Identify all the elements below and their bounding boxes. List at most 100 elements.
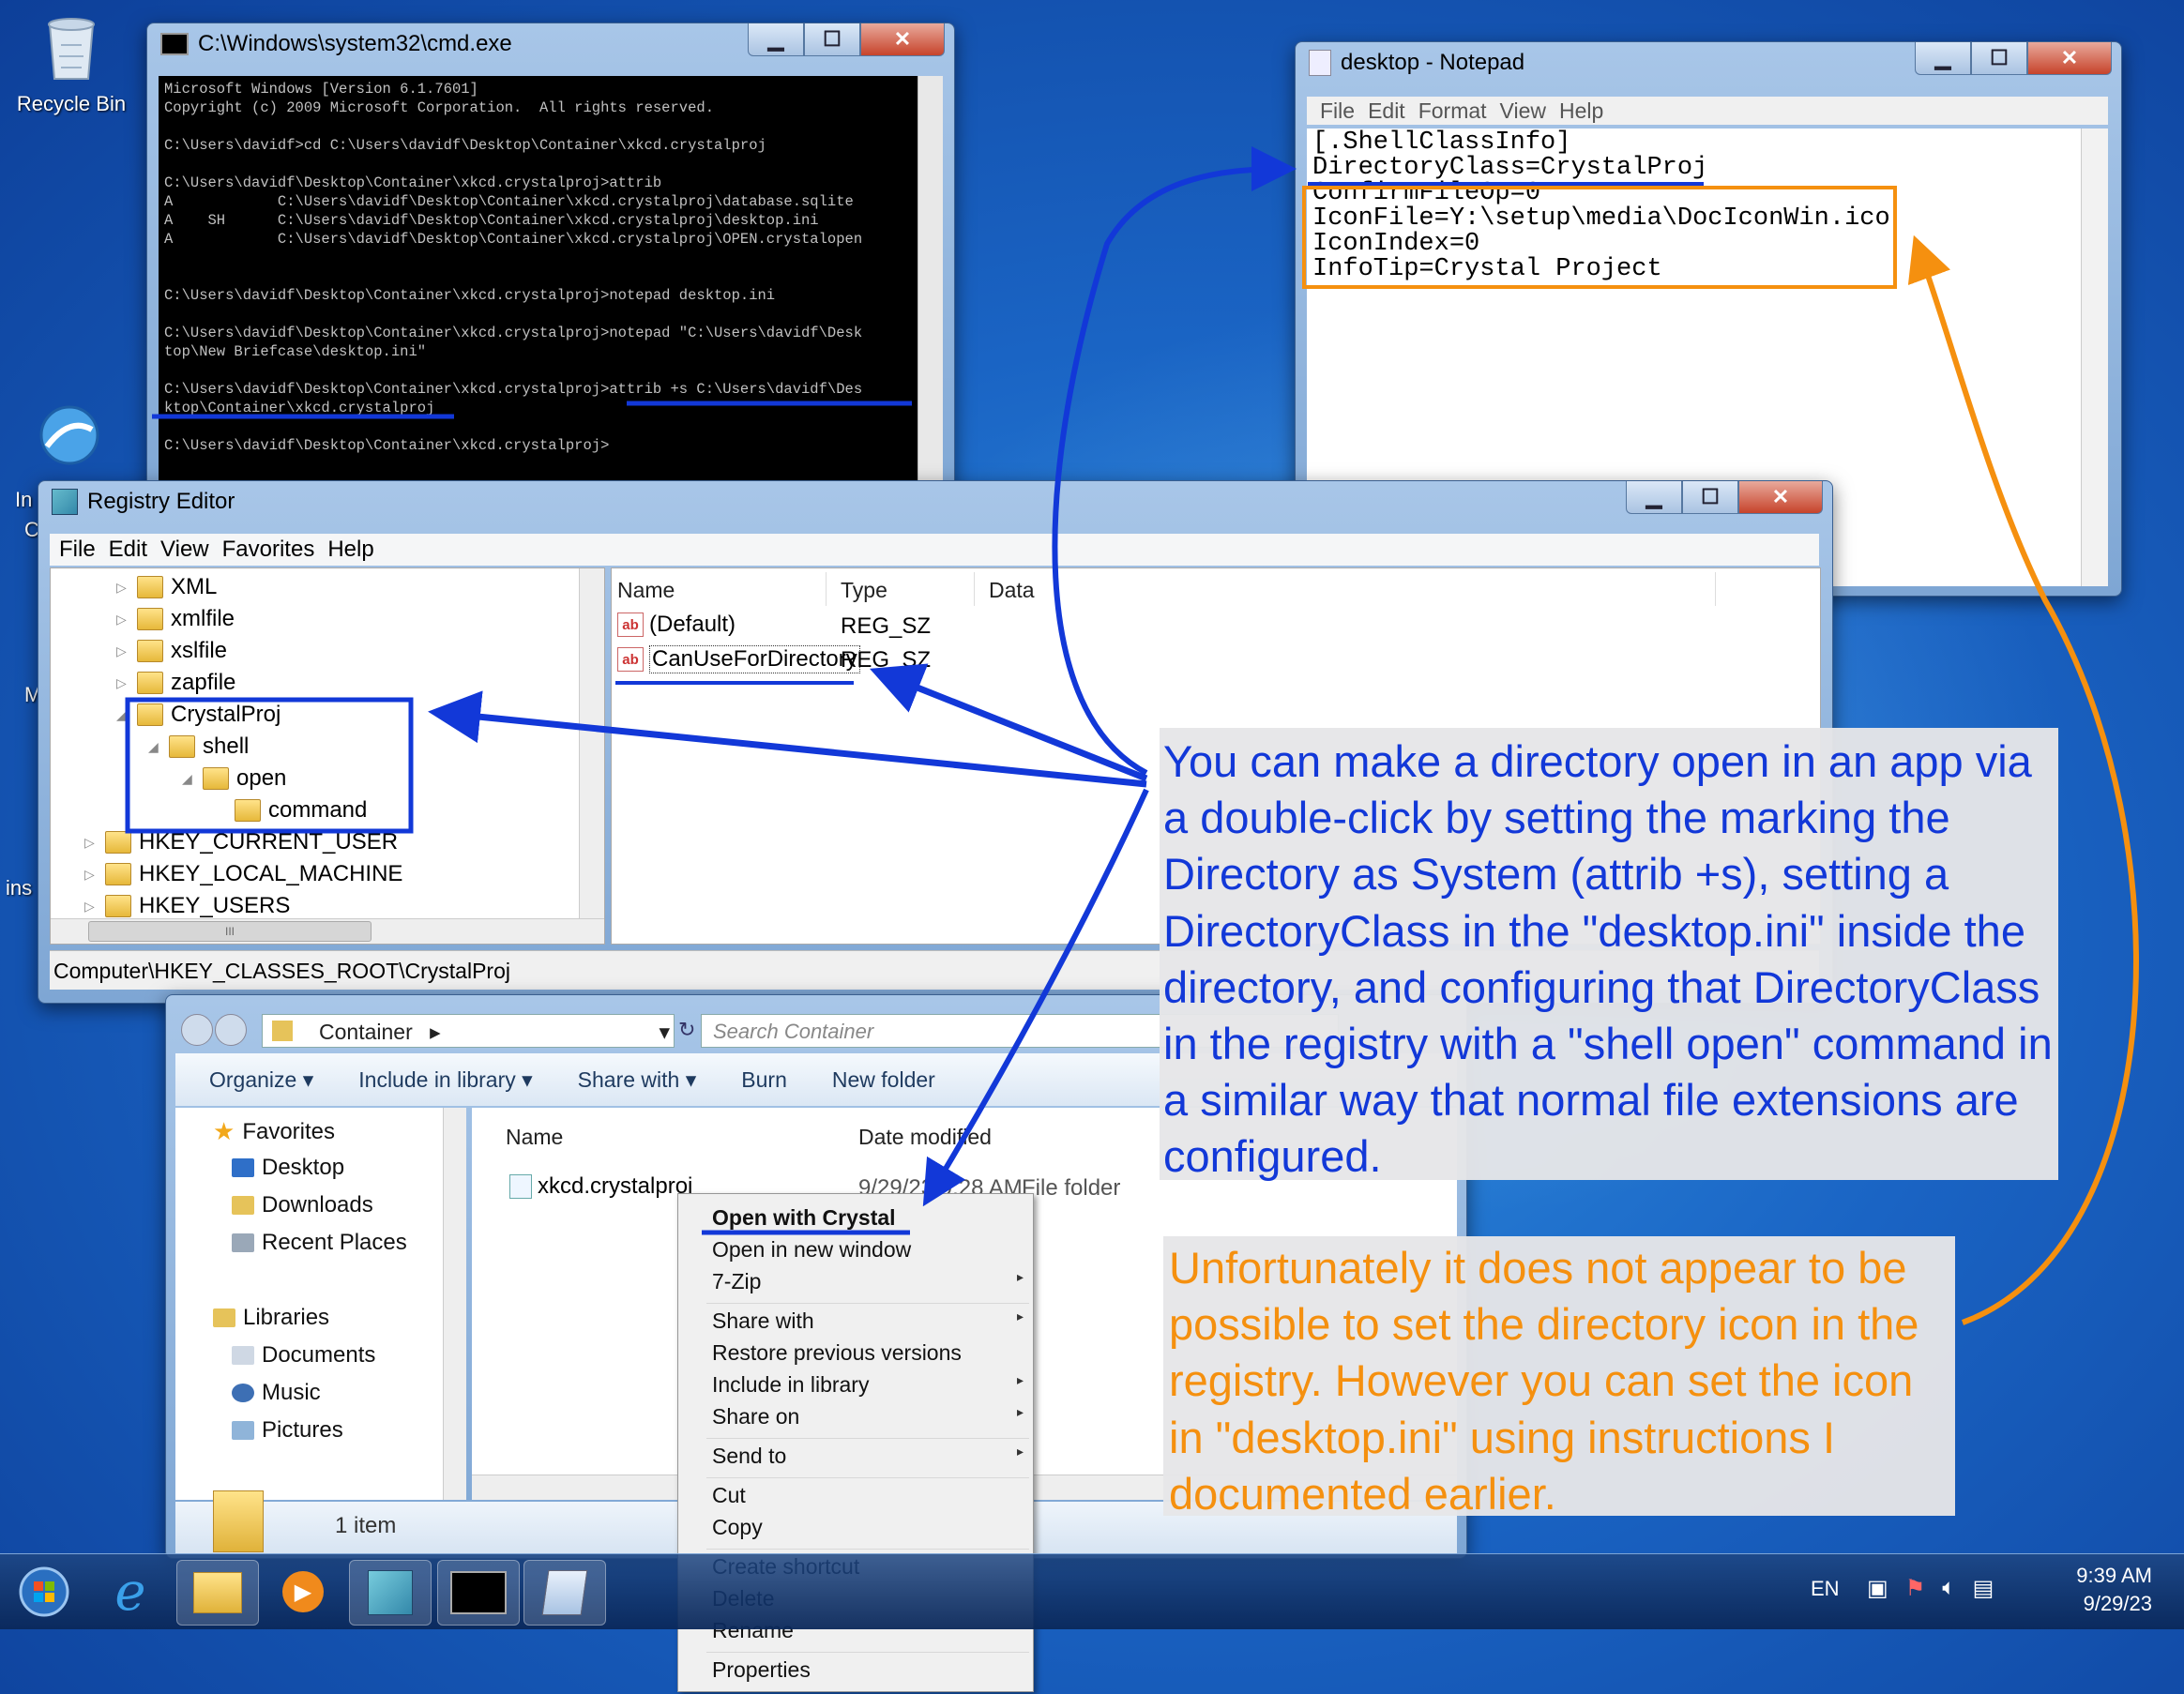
column-header-date-modified[interactable]: Date modified	[858, 1125, 992, 1150]
column-divider[interactable]	[826, 572, 827, 606]
notepad-title-bar[interactable]: desktop - Notepad	[1309, 50, 1524, 76]
context-menu-item[interactable]: Copy	[712, 1515, 1033, 1540]
tree-item-xmlfile[interactable]: ▷ xmlfile	[116, 606, 235, 632]
nav-libraries[interactable]: Libraries	[213, 1305, 329, 1331]
cmd-scrollbar[interactable]	[918, 76, 943, 517]
context-menu-item[interactable]: Send to ▸	[712, 1444, 1033, 1469]
tree-item-shell[interactable]: ◢ shell	[148, 734, 249, 760]
expand-icon[interactable]: ▷	[84, 867, 98, 883]
volume-icon[interactable]: 🔈︎	[1942, 1575, 1955, 1602]
navpane-scrollbar[interactable]	[443, 1108, 466, 1500]
tree-horizontal-scrollbar[interactable]: III	[51, 918, 604, 944]
nav-downloads[interactable]: Downloads	[232, 1192, 373, 1218]
minimize-button[interactable]: ▁	[748, 23, 804, 56]
network-icon[interactable]: ▤	[1973, 1575, 1994, 1602]
tree-vertical-scrollbar[interactable]	[579, 568, 604, 919]
context-menu-item[interactable]: Cut	[712, 1483, 1033, 1508]
include-in-library-button[interactable]: Include in library ▾	[358, 1067, 532, 1093]
context-menu-item[interactable]: Include in library ▸	[712, 1372, 1033, 1398]
tree-item-hkey-users[interactable]: ▷ HKEY_USERS	[84, 893, 290, 919]
menu-help[interactable]: Help	[327, 537, 373, 563]
start-button[interactable]	[4, 1560, 84, 1624]
tree-item-crystalproj[interactable]: ◢ CrystalProj	[116, 702, 281, 728]
menu-favorites[interactable]: Favorites	[222, 537, 315, 563]
menu-help[interactable]: Help	[1559, 98, 1603, 124]
expand-icon[interactable]: ▷	[116, 643, 129, 659]
scroll-thumb[interactable]: III	[88, 921, 372, 942]
tree-item-xslfile[interactable]: ▷ xslfile	[116, 638, 227, 664]
taskbar-explorer[interactable]	[176, 1560, 259, 1626]
desktop-icon-internet[interactable]: In	[4, 398, 99, 511]
expand-icon[interactable]: ▷	[116, 612, 129, 628]
tree-item-open[interactable]: ◢ open	[182, 765, 286, 792]
desktop-icon-recycle-bin[interactable]: Recycle Bin	[6, 8, 137, 116]
taskbar-notepad[interactable]	[523, 1560, 606, 1626]
file-row[interactable]: xkcd.crystalproj	[509, 1173, 692, 1200]
clock[interactable]: 9:39 AM 9/29/23	[2076, 1562, 2152, 1618]
column-header-name[interactable]: Name	[617, 578, 675, 603]
refresh-icon[interactable]: ↻	[678, 1018, 695, 1042]
flag-icon[interactable]: ⚑	[1905, 1575, 1926, 1602]
taskbar-internet-explorer[interactable]: e	[90, 1560, 171, 1624]
maximize-button[interactable]: ☐	[1682, 481, 1738, 514]
nav-favorites[interactable]: ★ Favorites	[213, 1117, 335, 1146]
menu-view[interactable]: View	[160, 537, 209, 563]
context-menu-item[interactable]: Open in new window	[712, 1237, 1033, 1263]
taskbar-registry-editor[interactable]	[349, 1560, 432, 1626]
expand-icon[interactable]: ▷	[116, 675, 129, 691]
close-button[interactable]: ✕	[860, 23, 945, 56]
chevron-right-icon[interactable]: ▸	[430, 1020, 441, 1044]
tree-item-command[interactable]: command	[235, 797, 367, 824]
nav-documents[interactable]: Documents	[232, 1342, 375, 1369]
context-menu-item[interactable]: Share with ▸	[712, 1308, 1033, 1334]
column-header-type[interactable]: Type	[841, 578, 887, 603]
dropdown-icon[interactable]: ▾	[659, 1015, 670, 1049]
expand-icon[interactable]: ▷	[84, 899, 98, 915]
column-divider[interactable]	[974, 572, 975, 606]
menu-format[interactable]: Format	[1418, 98, 1487, 124]
address-bar[interactable]: Container ▸ ▾	[262, 1014, 675, 1048]
organize-button[interactable]: Organize ▾	[209, 1067, 313, 1093]
cmd-title-bar[interactable]: C:\Windows\system32\cmd.exe	[160, 31, 512, 57]
tree-item-hkey-current-user[interactable]: ▷ HKEY_CURRENT_USER	[84, 829, 398, 855]
forward-button-icon[interactable]	[215, 1014, 247, 1046]
minimize-button[interactable]: ▁	[1626, 481, 1682, 514]
breadcrumb[interactable]: Container	[319, 1020, 413, 1044]
collapse-icon[interactable]: ◢	[116, 707, 129, 723]
navigation-pane[interactable]: ★ Favorites Desktop Downloads Recent Plac…	[175, 1108, 466, 1500]
minimize-button[interactable]: ▁	[1915, 42, 1971, 75]
close-button[interactable]: ✕	[2027, 42, 2112, 75]
cmd-window[interactable]: C:\Windows\system32\cmd.exe ▁ ☐ ✕ Micros…	[146, 23, 955, 517]
menu-view[interactable]: View	[1500, 98, 1546, 124]
value-row-default[interactable]: ab (Default)	[617, 612, 736, 638]
expand-icon[interactable]: ▷	[116, 580, 129, 596]
taskbar-media-player[interactable]: ▶	[263, 1560, 343, 1624]
collapse-icon[interactable]: ◢	[148, 739, 161, 755]
maximize-button[interactable]: ☐	[804, 23, 860, 56]
menu-edit[interactable]: Edit	[1368, 98, 1405, 124]
context-menu-item[interactable]: Properties	[712, 1657, 1033, 1683]
context-menu-item[interactable]: Restore previous versions	[712, 1340, 1033, 1366]
context-menu-item[interactable]: Share on ▸	[712, 1404, 1033, 1429]
tree-item-zapfile[interactable]: ▷ zapfile	[116, 670, 235, 696]
burn-button[interactable]: Burn	[741, 1067, 787, 1093]
cmd-console[interactable]: Microsoft Windows [Version 6.1.7601] Cop…	[159, 76, 920, 517]
column-header-name[interactable]: Name	[506, 1125, 563, 1150]
expand-icon[interactable]: ▷	[84, 835, 98, 851]
regedit-title-bar[interactable]: Registry Editor	[52, 489, 235, 515]
column-divider[interactable]	[1715, 572, 1716, 606]
notepad-scrollbar[interactable]	[2081, 129, 2108, 586]
tree-item-hkey-local-machine[interactable]: ▷ HKEY_LOCAL_MACHINE	[84, 861, 402, 887]
collapse-icon[interactable]: ◢	[182, 771, 195, 787]
back-button-icon[interactable]	[181, 1014, 213, 1046]
registry-key-tree[interactable]: ▷ XML ▷ xmlfile ▷ xslfile ▷ zapfile ◢ Crystal…	[50, 567, 605, 945]
nav-pictures[interactable]: Pictures	[232, 1417, 343, 1444]
context-menu-item[interactable]: Open with Crystal	[712, 1205, 1033, 1231]
context-menu-item[interactable]: 7-Zip ▸	[712, 1269, 1033, 1294]
action-center-icon[interactable]: ▣	[1867, 1575, 1888, 1602]
menu-file[interactable]: File	[1320, 98, 1355, 124]
share-with-button[interactable]: Share with ▾	[578, 1067, 697, 1093]
nav-music[interactable]: Music	[232, 1380, 321, 1406]
nav-desktop[interactable]: Desktop	[232, 1155, 344, 1181]
tree-item-xml[interactable]: ▷ XML	[116, 574, 217, 600]
